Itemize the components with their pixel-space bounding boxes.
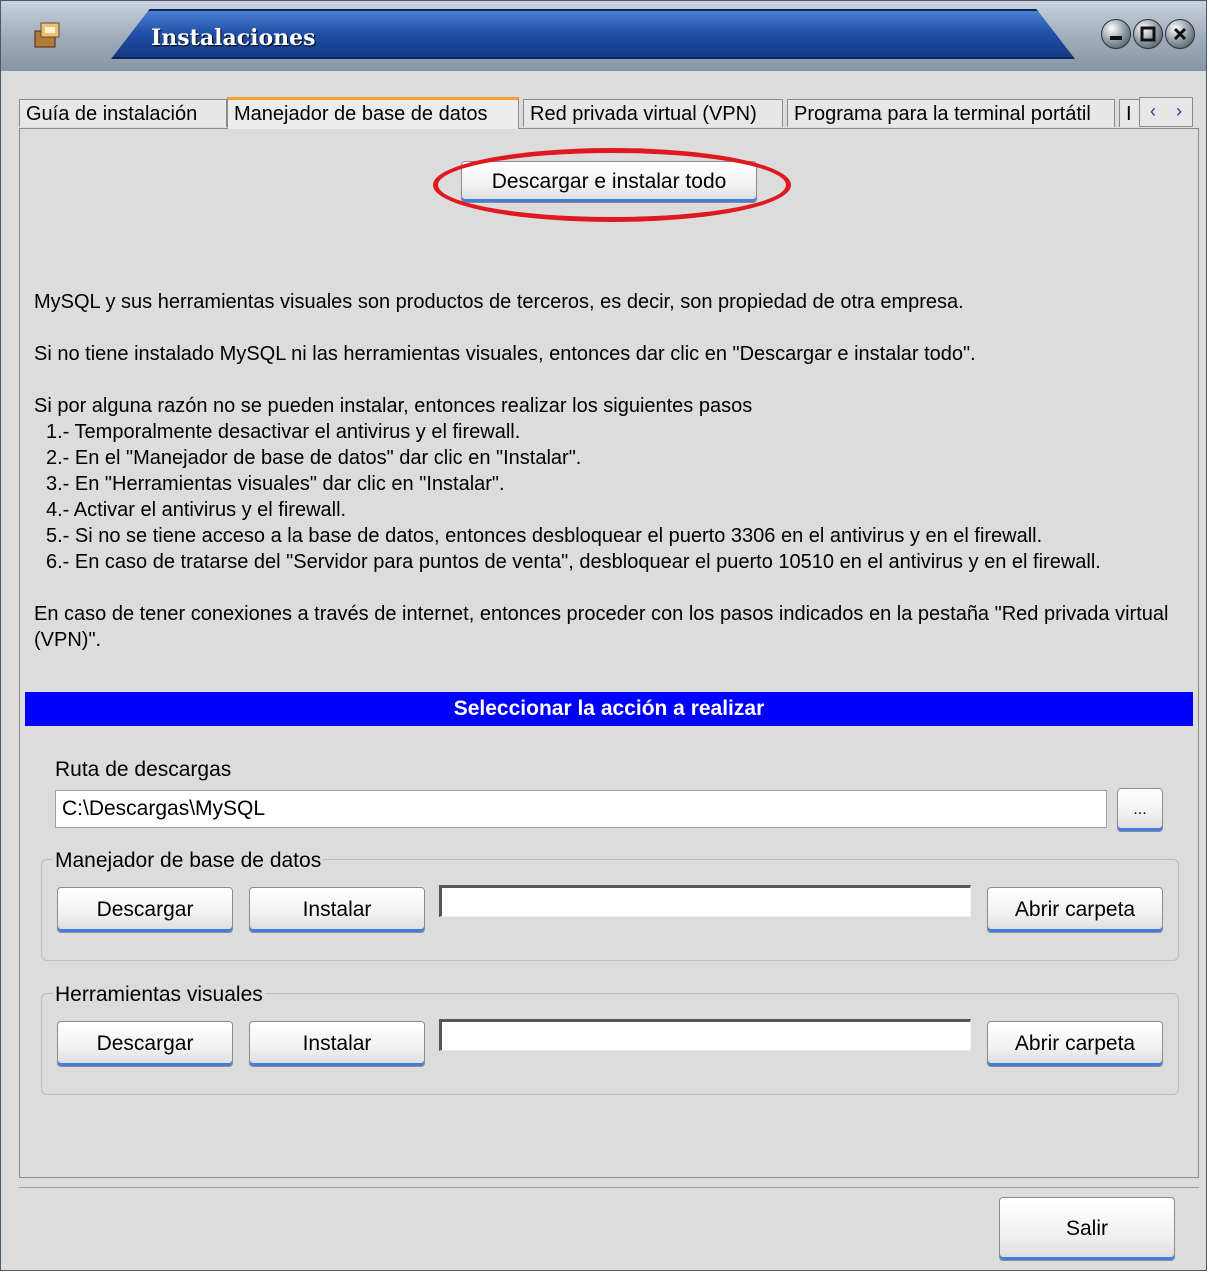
title-bar[interactable]: Instalaciones <box>1 1 1206 71</box>
window-title: Instalaciones <box>151 25 316 51</box>
tab-red-privada-virtual[interactable]: Red privada virtual (VPN) <box>523 99 783 127</box>
tools-progress-bar <box>439 1019 971 1051</box>
step-item: 4.- Activar el antivirus y el firewall. <box>46 499 347 521</box>
download-path-input[interactable] <box>55 790 1107 828</box>
action-section-header: Seleccionar la acción a realizar <box>25 692 1193 726</box>
step-item: 3.- En "Herramientas visuales" dar clic … <box>46 473 505 495</box>
exit-button[interactable]: Salir <box>999 1197 1175 1261</box>
app-icon <box>34 22 60 48</box>
minimize-button[interactable] <box>1101 19 1131 49</box>
download-path-label: Ruta de descargas <box>55 758 232 781</box>
installations-window: Instalaciones Guía de instalación Maneja… <box>0 0 1207 1271</box>
step-item: 5.- Si no se tiene acceso a la base de d… <box>46 525 1043 547</box>
description-paragraph: Si por alguna razón no se pueden instala… <box>34 395 753 417</box>
chevron-right-icon[interactable]: › <box>1166 98 1192 126</box>
db-download-button[interactable]: Descargar <box>57 887 233 933</box>
tab-truncated[interactable]: I <box>1119 99 1141 127</box>
chevron-left-icon[interactable]: ‹ <box>1140 98 1166 126</box>
highlight-ellipse <box>433 148 791 222</box>
tools-open-folder-button[interactable]: Abrir carpeta <box>987 1021 1163 1067</box>
db-install-button[interactable]: Instalar <box>249 887 425 933</box>
description-paragraph: En caso de tener conexiones a través de … <box>34 603 1169 651</box>
tab-manejador-base-datos[interactable]: Manejador de base de datos <box>227 97 519 129</box>
step-item: 6.- En caso de tratarse del "Servidor pa… <box>46 551 1101 573</box>
maximize-button[interactable] <box>1133 19 1163 49</box>
db-manager-legend: Manejador de base de datos <box>53 849 324 873</box>
step-item: 1.- Temporalmente desactivar el antiviru… <box>46 421 521 443</box>
instructions-text: MySQL y sus herramientas visuales son pr… <box>34 289 1194 653</box>
tab-programa-terminal-portatil[interactable]: Programa para la terminal portátil <box>787 99 1115 127</box>
visual-tools-legend: Herramientas visuales <box>53 983 265 1007</box>
tab-scroll-buttons: ‹ › <box>1139 97 1193 127</box>
close-button[interactable] <box>1165 19 1195 49</box>
minimize-icon <box>1110 36 1122 40</box>
tools-install-button[interactable]: Instalar <box>249 1021 425 1067</box>
step-item: 2.- En el "Manejador de base de datos" d… <box>46 447 582 469</box>
description-paragraph: Si no tiene instalado MySQL ni las herra… <box>34 343 976 365</box>
db-open-folder-button[interactable]: Abrir carpeta <box>987 887 1163 933</box>
description-paragraph: MySQL y sus herramientas visuales son pr… <box>34 291 964 313</box>
db-progress-bar <box>439 885 971 917</box>
tab-bar: Guía de instalación Manejador de base de… <box>19 97 1199 129</box>
browse-button[interactable]: ... <box>1117 788 1163 832</box>
tab-guia-instalacion[interactable]: Guía de instalación <box>19 99 227 127</box>
close-icon <box>1173 27 1187 41</box>
tools-download-button[interactable]: Descargar <box>57 1021 233 1067</box>
maximize-icon <box>1140 26 1156 42</box>
